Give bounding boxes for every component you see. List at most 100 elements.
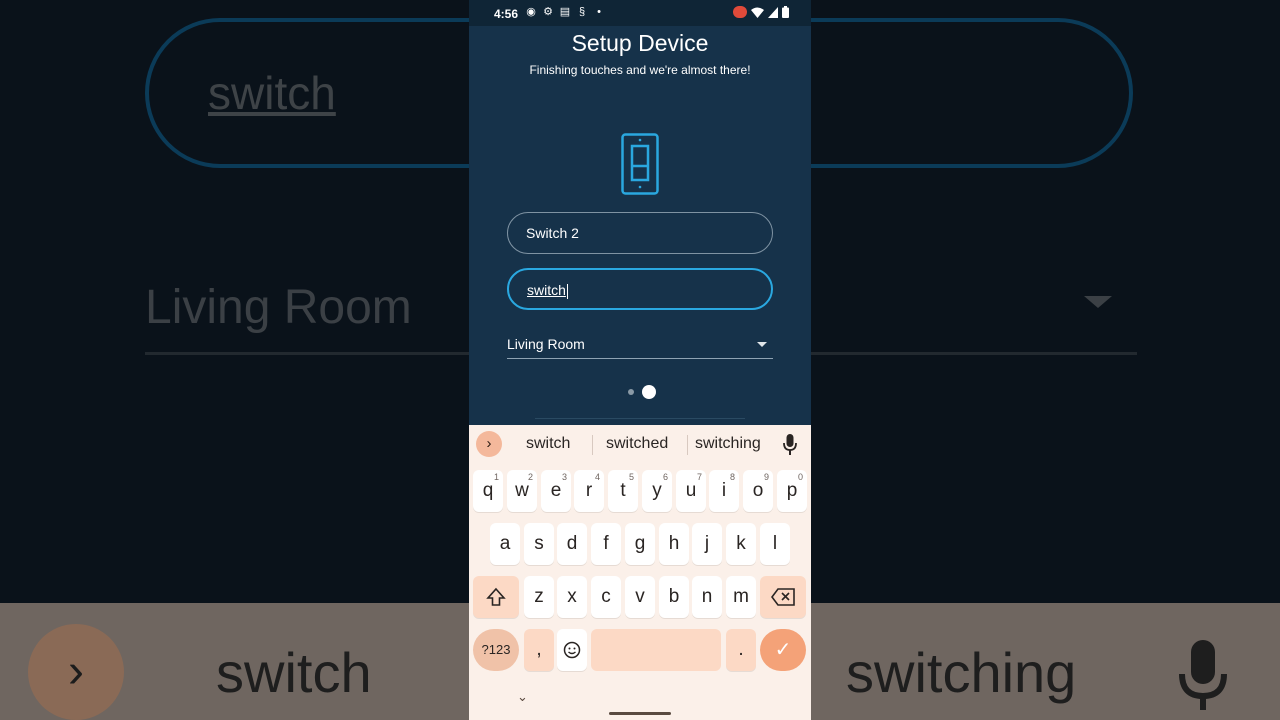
mic-icon[interactable] [783,434,797,456]
background-dropdown-caret-icon [1084,296,1112,308]
wifi-icon [751,7,764,18]
key-u[interactable]: u7 [676,470,706,512]
key-v[interactable]: v [625,576,655,618]
key-x[interactable]: x [557,576,587,618]
notification-icons: ◉ ⚙ ▤ § • [525,6,605,18]
key-l[interactable]: l [760,523,790,565]
phone-screen: 4:56 ◉ ⚙ ▤ § • Setup Device Finishing to… [469,0,811,720]
background-suggestion-1: switch [216,641,372,704]
gesture-navigation-bar[interactable] [609,712,671,715]
key-label: y [652,480,662,501]
suggestion-separator [687,435,688,455]
switch-device-icon [621,133,659,195]
key-hint: 5 [628,472,634,482]
key-a[interactable]: a [490,523,520,565]
chevron-right-icon[interactable]: › [476,431,502,457]
key-b[interactable]: b [659,576,689,618]
key-hint: 2 [527,472,533,482]
system-icons [733,6,789,18]
key-label: e [550,480,562,501]
key-r[interactable]: r4 [574,470,604,512]
key-i[interactable]: i8 [709,470,739,512]
key-hint: 4 [594,472,600,482]
key-label: u [685,480,697,501]
key-s[interactable]: s [524,523,554,565]
more-dot-icon: • [597,6,601,18]
backspace-icon [771,588,795,606]
keyboard: › switch switched switching q1 w2 e3 r4 … [469,425,811,720]
key-hint: 1 [493,472,499,482]
symbols-key[interactable]: ?123 [473,629,519,671]
battery-icon [782,6,789,18]
suggestion-separator [592,435,593,455]
key-hint: 3 [561,472,567,482]
shift-key[interactable] [473,576,519,618]
status-bar: 4:56 ◉ ⚙ ▤ § • [469,0,811,26]
device-type-value: switch [527,282,566,298]
key-n[interactable]: n [692,576,722,618]
key-hint: 7 [696,472,702,482]
space-bar[interactable] [591,629,721,671]
key-label: t [620,480,626,501]
screen-record-icon: ◉ [526,6,536,18]
key-w[interactable]: w2 [507,470,537,512]
news-icon: ▤ [559,6,571,18]
key-label: p [786,480,798,501]
suggestion-3[interactable]: switching [695,435,761,453]
key-hint: 9 [763,472,769,482]
key-label: w [515,480,529,501]
key-d[interactable]: d [557,523,587,565]
text-cursor [566,283,568,299]
key-hint: 8 [729,472,735,482]
key-k[interactable]: k [726,523,756,565]
key-q[interactable]: q1 [473,470,503,512]
device-name-value: Switch 2 [526,225,579,241]
key-e[interactable]: e3 [541,470,571,512]
suggestion-2[interactable]: switched [606,435,668,453]
room-dropdown[interactable]: Living Room [507,336,773,359]
page-subtitle: Finishing touches and we're almost there… [529,63,751,77]
period-key[interactable]: . [726,629,756,671]
pager-dot-2-active [642,385,656,399]
page-title: Setup Device [571,30,709,56]
key-o[interactable]: o9 [743,470,773,512]
key-h[interactable]: h [659,523,689,565]
status-time: 4:56 [494,7,519,21]
backspace-key[interactable] [760,576,806,618]
key-label: r [585,480,593,501]
recording-icon [733,6,747,18]
done-checkmark-key[interactable]: ✓ [760,629,806,671]
pager-dot-1 [628,389,634,395]
settings-icon: ⚙ [543,6,553,18]
signal-icon [768,6,778,18]
app-s-icon: § [578,6,586,18]
comma-key[interactable]: , [524,629,554,671]
key-m[interactable]: m [726,576,756,618]
hide-keyboard-chevron-icon[interactable]: ⌄ [517,689,528,705]
shift-icon [486,587,506,606]
key-j[interactable]: j [692,523,722,565]
key-label: q [482,480,494,501]
divider [535,418,745,419]
emoji-icon [563,641,581,659]
key-hint: 6 [662,472,668,482]
key-t[interactable]: t5 [608,470,638,512]
key-label: i [721,480,727,501]
key-c[interactable]: c [591,576,621,618]
key-f[interactable]: f [591,523,621,565]
key-p[interactable]: p0 [777,470,807,512]
key-y[interactable]: y6 [642,470,672,512]
background-room-value: Living Room [145,281,412,334]
key-hint: 0 [797,472,803,482]
background-mic-icon [1179,640,1227,710]
suggestion-1[interactable]: switch [526,435,570,453]
device-type-input[interactable]: switch [507,268,773,310]
key-z[interactable]: z [524,576,554,618]
dropdown-caret-icon [757,342,767,347]
key-g[interactable]: g [625,523,655,565]
key-label: o [752,480,764,501]
background-suggestion-3: switching [846,641,1077,704]
device-name-input[interactable]: Switch 2 [507,212,773,254]
emoji-key[interactable] [557,629,587,671]
room-dropdown-value: Living Room [507,336,585,352]
